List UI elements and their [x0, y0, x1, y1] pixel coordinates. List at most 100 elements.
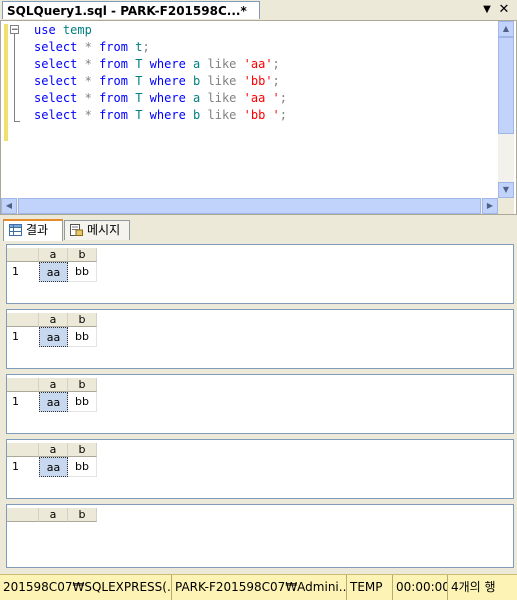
grid-cell[interactable]: aa	[39, 327, 68, 347]
grid-corner-header[interactable]	[7, 508, 39, 522]
results-pane: a b 1 aa bb a b 1 aa bb a b 1 aa bb a b 1 aa bb a b	[3, 241, 514, 573]
horizontal-scrollbar[interactable]: ◀ ▶	[1, 198, 498, 214]
result-grid[interactable]: a b 1 aa bb	[6, 374, 514, 434]
code-token: 'bb'	[243, 74, 273, 88]
grid-cell[interactable]: bb	[68, 262, 97, 282]
result-grid[interactable]: a b 1 aa bb	[6, 244, 514, 304]
code-token: select	[34, 57, 78, 71]
code-token: like	[207, 74, 237, 88]
tab-messages-label: 메시지	[87, 223, 121, 237]
result-grid[interactable]: a b 1 aa bb	[6, 439, 514, 499]
code-line: select * from T where a like 'aa';	[34, 56, 280, 73]
triangle-down-icon[interactable]: ▼	[480, 2, 494, 18]
code-token: from	[99, 40, 128, 54]
column-header[interactable]: b	[68, 443, 97, 457]
row-number[interactable]: 1	[7, 457, 39, 477]
grid-icon	[9, 224, 22, 236]
grid-cell[interactable]: aa	[39, 392, 68, 412]
code-token: *	[84, 91, 92, 105]
column-header[interactable]: a	[39, 313, 68, 327]
code-token: from	[99, 57, 128, 71]
scroll-up-icon[interactable]: ▲	[498, 21, 514, 37]
code-token: temp	[62, 23, 92, 37]
row-number[interactable]: 1	[7, 262, 39, 282]
code-token: select	[34, 108, 78, 122]
result-grid[interactable]: ab	[6, 504, 514, 568]
code-token: select	[34, 40, 78, 54]
column-header[interactable]: b	[68, 248, 97, 262]
status-user: PARK-F201598C07₩Admini...	[172, 575, 347, 600]
status-database: TEMP	[347, 575, 393, 600]
scroll-right-icon[interactable]: ▶	[482, 198, 498, 214]
code-token: *	[84, 74, 92, 88]
tab-results-label: 결과	[26, 223, 49, 237]
grid-corner-header[interactable]	[7, 313, 39, 327]
code-line: select * from T where a like 'aa ';	[34, 90, 287, 107]
query-editor[interactable]: − use temp select * from t; select * from …	[0, 20, 517, 215]
grid-cell[interactable]: bb	[68, 392, 97, 412]
code-token: select	[34, 74, 78, 88]
column-header[interactable]: a	[39, 248, 68, 262]
document-tab[interactable]: SQLQuery1.sql - PARK-F201598C...*	[2, 1, 260, 19]
column-header[interactable]: b	[68, 378, 97, 392]
code-token: like	[207, 91, 237, 105]
grid-cell[interactable]: aa	[39, 457, 68, 477]
code-token: 'aa'	[243, 57, 273, 71]
code-token: ;	[279, 91, 287, 105]
grid-corner-header[interactable]	[7, 248, 39, 262]
code-token: where	[149, 91, 186, 105]
code-token: from	[99, 108, 128, 122]
code-token: ;	[272, 74, 280, 88]
row-number[interactable]: 1	[7, 327, 39, 347]
code-token: *	[84, 108, 92, 122]
results-tab-strip: 결과 메시지	[0, 217, 517, 241]
code-token: 'aa '	[243, 91, 280, 105]
tab-messages[interactable]: 메시지	[64, 220, 130, 240]
vertical-scrollbar[interactable]: ▲ ▼	[498, 21, 514, 198]
scroll-down-icon[interactable]: ▼	[498, 182, 514, 198]
result-grid[interactable]: a b 1 aa bb	[6, 309, 514, 369]
grid-cell[interactable]: bb	[68, 457, 97, 477]
code-line: use temp	[34, 22, 92, 39]
collapse-icon[interactable]: −	[10, 25, 19, 35]
row-number[interactable]: 1	[7, 392, 39, 412]
code-token: ;	[279, 108, 287, 122]
tab-results[interactable]: 결과	[3, 219, 63, 241]
horizontal-scroll-thumb[interactable]	[18, 198, 481, 214]
scroll-corner	[498, 198, 514, 214]
document-tab-strip: SQLQuery1.sql - PARK-F201598C...* ▼ ✕	[0, 0, 517, 20]
outline-line	[14, 34, 15, 122]
grid-cell[interactable]: aa	[39, 262, 68, 282]
column-header[interactable]: b	[68, 508, 97, 522]
grid-cell[interactable]: bb	[68, 327, 97, 347]
column-header[interactable]: a	[39, 443, 68, 457]
column-header[interactable]: a	[39, 378, 68, 392]
grid-corner-header[interactable]	[7, 378, 39, 392]
code-line: select * from T where b like 'bb';	[34, 73, 280, 90]
status-elapsed: 00:00:00	[393, 575, 448, 600]
column-header[interactable]: a	[39, 508, 68, 522]
messages-icon	[70, 224, 83, 236]
vertical-scroll-thumb[interactable]	[498, 37, 514, 134]
scroll-left-icon[interactable]: ◀	[1, 198, 17, 214]
close-icon[interactable]: ✕	[497, 2, 511, 18]
code-token: where	[149, 57, 186, 71]
column-header[interactable]: b	[68, 313, 97, 327]
grid-corner-header[interactable]	[7, 443, 39, 457]
status-server: 201598C07₩SQLEXPRESS(...	[0, 575, 172, 600]
